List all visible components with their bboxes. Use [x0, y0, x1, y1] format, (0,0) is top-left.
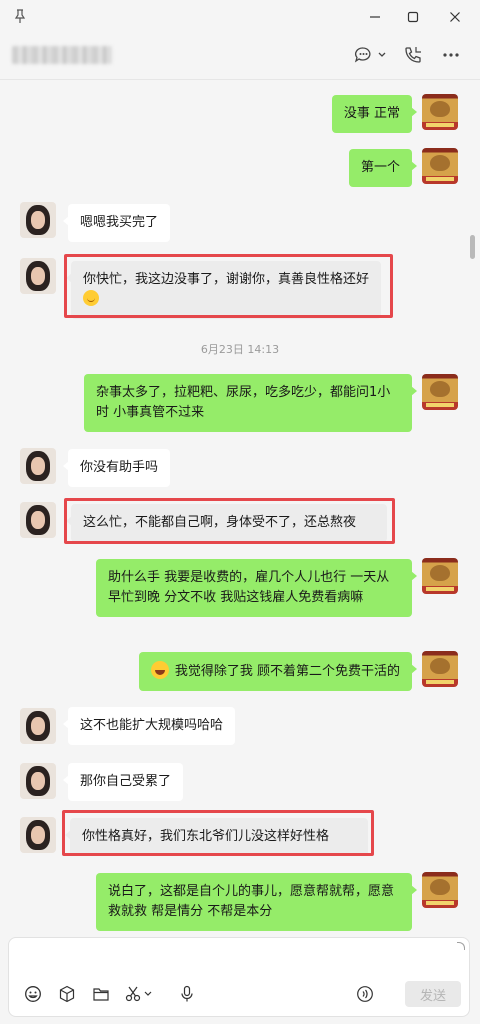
minimize-icon[interactable]: [362, 5, 388, 29]
input-area: 发送: [8, 937, 470, 1017]
title-bar: [0, 0, 480, 34]
self-avatar[interactable]: [422, 872, 458, 908]
message-bubble-self[interactable]: 说白了，这都是自个儿的事儿，愿意帮就帮，愿意救就救 帮是情分 不帮是本分: [96, 873, 417, 931]
laugh-emoji-icon: [150, 661, 169, 679]
contact-avatar[interactable]: [20, 202, 56, 238]
folder-icon: [92, 985, 110, 1003]
close-icon[interactable]: [442, 5, 468, 29]
message-text: 第一个: [360, 160, 400, 175]
contact-avatar[interactable]: [20, 708, 56, 744]
self-avatar[interactable]: [422, 148, 458, 184]
voice-input-button[interactable]: [353, 982, 377, 1006]
message-text: 嗯嗯我买完了: [80, 215, 159, 230]
message-bubble-other[interactable]: 那你自己受累了: [62, 763, 184, 801]
voice-input-icon: [356, 985, 374, 1003]
message-bubble-self[interactable]: 助什么手 我要是收费的，雇几个人儿也行 一天从早忙到晚 分文不收 我贴这钱雇人免…: [96, 559, 417, 617]
message-text: 没事 正常: [343, 106, 400, 121]
message-text: 你性格真好，我们东北爷们儿没这样好性格: [82, 829, 330, 844]
message-text: 那你自己受累了: [80, 774, 172, 789]
emoji-icon: [24, 985, 42, 1003]
chat-options-button[interactable]: [352, 42, 390, 68]
call-button[interactable]: [398, 42, 428, 68]
self-avatar[interactable]: [422, 374, 458, 410]
message-bubble-other[interactable]: 你性格真好，我们东北爷们儿没这样好性格: [65, 818, 368, 856]
self-avatar[interactable]: [422, 651, 458, 687]
message-bubble-self[interactable]: 杂事太多了，拉粑粑、尿尿，吃多吃少，都能问1小时 小事真管不过来: [84, 374, 417, 432]
smile-emoji-icon: [83, 290, 99, 306]
microphone-icon: [178, 985, 196, 1003]
resize-handle[interactable]: [457, 942, 465, 950]
sticker-box-icon: [58, 985, 76, 1003]
file-button[interactable]: [89, 982, 113, 1006]
self-avatar[interactable]: [422, 558, 458, 594]
contact-avatar[interactable]: [20, 502, 56, 538]
message-bubble-other[interactable]: 你没有助手吗: [62, 449, 171, 487]
contact-avatar[interactable]: [20, 448, 56, 484]
contact-name: ▓▓▓▓ ▓▓▓▓: [12, 46, 112, 64]
timestamp-separator: 6月23日 14:13: [200, 343, 280, 356]
message-text: 你没有助手吗: [80, 460, 159, 475]
message-text: 这不也能扩大规模吗哈哈: [80, 718, 224, 733]
voice-message-button[interactable]: [175, 982, 199, 1006]
message-text: 我觉得除了我 顾不着第二个免费干活的: [174, 664, 400, 679]
contact-avatar[interactable]: [20, 763, 56, 799]
phone-call-icon: [403, 45, 423, 65]
screenshot-button[interactable]: [123, 982, 157, 1006]
message-list[interactable]: 没事 正常 第一个 嗯嗯我买完了 你快忙，我这边没事了，谢谢你，真善良性格还好 …: [0, 80, 480, 935]
message-bubble-self[interactable]: 没事 正常: [331, 95, 418, 133]
message-bubble-self[interactable]: 第一个: [348, 149, 418, 187]
more-button[interactable]: [436, 42, 466, 68]
message-bubble-other[interactable]: 这不也能扩大规模吗哈哈: [62, 707, 236, 745]
message-input[interactable]: [19, 944, 459, 974]
scissors-icon: [124, 985, 156, 1003]
contact-avatar[interactable]: [20, 817, 56, 853]
maximize-icon[interactable]: [400, 5, 426, 29]
self-avatar[interactable]: [422, 94, 458, 130]
scrollbar-thumb[interactable]: [470, 235, 475, 259]
send-button[interactable]: 发送: [405, 981, 461, 1007]
chat-bubble-icon: [354, 45, 388, 65]
message-text: 说白了，这都是自个儿的事儿，愿意帮就帮，愿意救就救 帮是情分 不帮是本分: [108, 884, 395, 919]
chat-header: ▓▓▓▓ ▓▓▓▓: [0, 34, 480, 80]
message-bubble-other[interactable]: 这么忙，不能都自己啊，身体受不了，还总熬夜: [66, 504, 387, 542]
pin-icon[interactable]: [12, 8, 28, 24]
emoji-button[interactable]: [21, 982, 45, 1006]
message-text: 这么忙，不能都自己啊，身体受不了，还总熬夜: [83, 515, 357, 530]
sticker-button[interactable]: [55, 982, 79, 1006]
message-text: 杂事太多了，拉粑粑、尿尿，吃多吃少，都能问1小时 小事真管不过来: [96, 385, 391, 420]
more-icon: [442, 52, 460, 58]
message-text: 你快忙，我这边没事了，谢谢你，真善良性格还好: [83, 272, 370, 287]
message-bubble-other[interactable]: 你快忙，我这边没事了，谢谢你，真善良性格还好: [66, 261, 381, 319]
message-bubble-other[interactable]: 嗯嗯我买完了: [62, 204, 171, 242]
message-bubble-self[interactable]: 我觉得除了我 顾不着第二个免费干活的: [138, 652, 418, 691]
contact-avatar[interactable]: [20, 258, 56, 294]
message-text: 助什么手 我要是收费的，雇几个人儿也行 一天从早忙到晚 分文不收 我贴这钱雇人免…: [108, 570, 390, 605]
